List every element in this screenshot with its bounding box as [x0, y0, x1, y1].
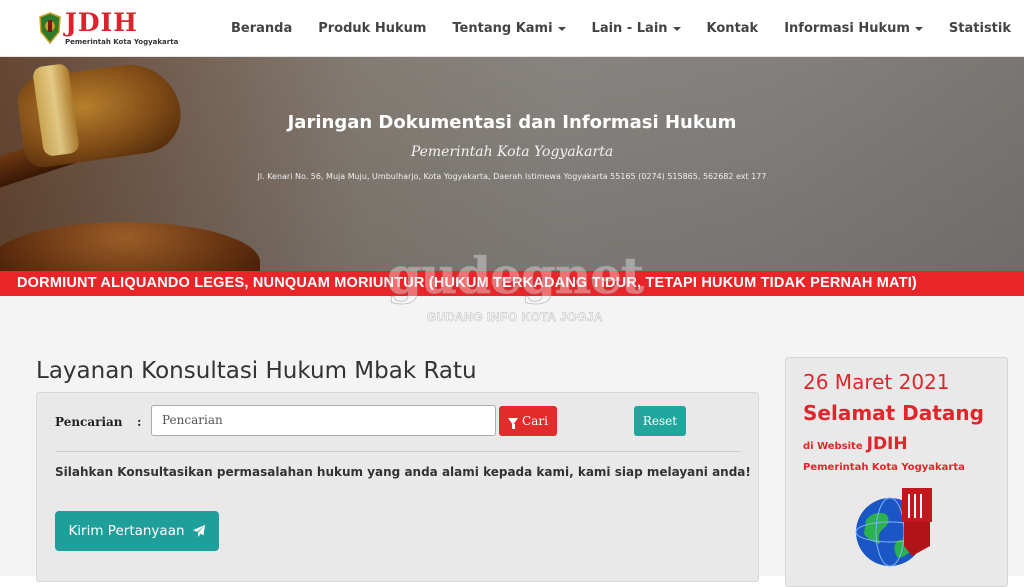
navbar: JDIH Pemerintah Kota Yogyakarta Beranda P… — [0, 0, 1024, 57]
nav-item-label: Lain - Lain — [591, 21, 668, 36]
nav-item-informasi-hukum[interactable]: Informasi Hukum — [771, 21, 936, 36]
globe-icon — [855, 488, 932, 567]
nav-item-beranda[interactable]: Beranda — [218, 21, 305, 36]
nav-item-label: Tentang Kami — [452, 21, 553, 36]
search-input[interactable]: Pencarian — [151, 405, 496, 436]
nav-item-label: Produk Hukum — [318, 21, 427, 36]
organization-name: Pemerintah Kota Yogyakarta — [803, 462, 965, 473]
nav-item-label: Statistik — [948, 21, 1011, 36]
page-title: Layanan Konsultasi Hukum Mbak Ratu — [36, 358, 477, 384]
caret-down-icon — [672, 26, 681, 31]
website-line: di Website JDIH — [803, 434, 908, 454]
nav-item-label: Informasi Hukum — [784, 21, 910, 36]
consultation-card: Pencarian : Pencarian Cari Reset Silahka… — [36, 392, 759, 582]
hero-banner: Jaringan Dokumentasi dan Informasi Hukum… — [0, 57, 1024, 295]
nav-item-label: Beranda — [230, 21, 293, 36]
hero-subtitle: Pemerintah Kota Yogyakarta — [410, 144, 614, 160]
search-label-colon: : — [137, 415, 142, 429]
nav-item-kontak[interactable]: Kontak — [694, 21, 772, 36]
card-divider — [55, 451, 741, 452]
filter-icon — [508, 417, 519, 429]
search-button[interactable]: Cari — [499, 406, 557, 436]
nav-item-label: Kontak — [706, 21, 759, 36]
main-content: Layanan Konsultasi Hukum Mbak Ratu Penca… — [0, 296, 1024, 587]
search-button-label: Cari — [522, 414, 548, 428]
hero-title: Jaringan Dokumentasi dan Informasi Hukum — [287, 112, 737, 133]
consultation-info: Silahkan Konsultasikan permasalahan huku… — [55, 465, 751, 479]
nav-item-tentang-kami[interactable]: Tentang Kami — [439, 21, 578, 36]
search-label: Pencarian — [55, 415, 123, 429]
hero-address: Jl. Kenari No. 56, Muja Muju, Umbulharjo… — [257, 172, 767, 181]
paper-plane-icon — [192, 524, 205, 538]
caret-down-icon — [557, 26, 566, 31]
nav-item-lain-lain[interactable]: Lain - Lain — [579, 21, 694, 36]
current-date: 26 Maret 2021 — [803, 370, 950, 394]
send-question-button[interactable]: Kirim Pertanyaan — [55, 511, 219, 551]
nav-item-statistik[interactable]: Statistik — [936, 21, 1024, 36]
nav-item-produk-hukum[interactable]: Produk Hukum — [305, 21, 439, 36]
website-prefix: di Website — [803, 441, 863, 452]
caret-down-icon — [914, 26, 923, 31]
send-question-label: Kirim Pertanyaan — [68, 523, 185, 539]
city-emblem-icon — [39, 12, 61, 44]
motto-ribbon: DORMIUNT ALIQUANDO LEGES, NUNQUAM MORIUN… — [0, 271, 1024, 296]
welcome-card: 26 Maret 2021 Selamat Datang di Website J… — [785, 357, 1008, 587]
site-logo[interactable]: JDIH Pemerintah Kota Yogyakarta — [38, 8, 178, 50]
logo-text: JDIH — [65, 8, 138, 37]
website-name: JDIH — [866, 434, 908, 454]
reset-button-label: Reset — [642, 414, 678, 428]
welcome-heading: Selamat Datang — [803, 401, 984, 425]
reset-button[interactable]: Reset — [634, 406, 686, 436]
main-nav: Beranda Produk Hukum Tentang Kami Lain - La… — [218, 0, 1024, 57]
logo-subtitle: Pemerintah Kota Yogyakarta — [65, 38, 179, 46]
